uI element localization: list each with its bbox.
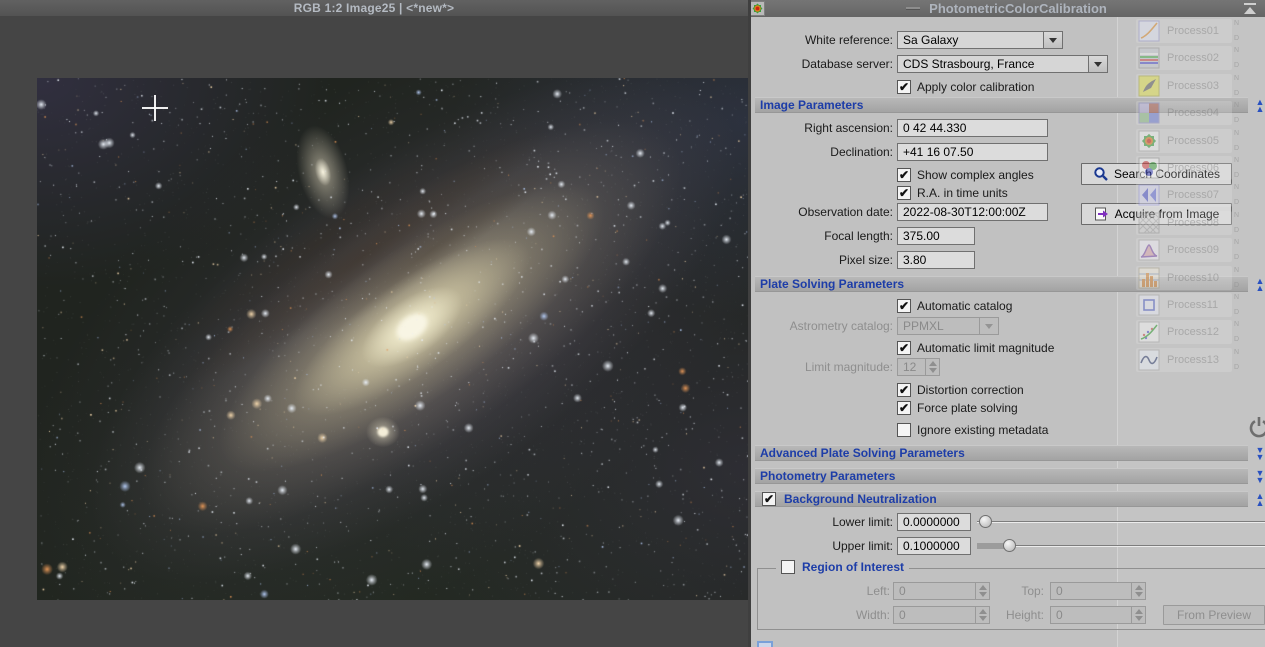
roi-width-label: Width: xyxy=(855,608,890,622)
section-advanced-plate-solving[interactable]: Advanced Plate Solving Parameters xyxy=(755,445,1248,461)
roi-left-label: Left: xyxy=(866,584,890,598)
image-window: RGB 1:2 Image25 | <*new*> xyxy=(0,0,748,647)
pixel-size-input[interactable]: 3.80 xyxy=(897,251,975,269)
roi-left-spinner: 0 xyxy=(893,582,990,600)
show-complex-angles-checkbox[interactable]: ✔ Show complex angles xyxy=(897,166,1034,184)
white-reference-label: White reference: xyxy=(804,33,893,47)
pcc-titlebar[interactable]: PhotometricColorCalibration xyxy=(748,0,1265,17)
focal-length-label: Focal length: xyxy=(824,229,893,243)
collapse-section-icon[interactable]: ▲ ▲ xyxy=(1252,277,1265,293)
chevron-down-icon[interactable] xyxy=(1088,56,1107,72)
spinner-arrows-icon xyxy=(925,359,939,375)
lower-limit-label: Lower limit: xyxy=(832,515,893,529)
lower-limit-slider[interactable] xyxy=(977,513,1265,531)
acquire-from-image-button[interactable]: Acquire from Image xyxy=(1081,203,1232,225)
from-preview-button: From Preview xyxy=(1163,605,1265,625)
upper-limit-label: Upper limit: xyxy=(832,539,893,553)
spinner-arrows-icon xyxy=(1131,583,1145,599)
shade-window-icon[interactable] xyxy=(1243,3,1257,14)
chevron-down-icon xyxy=(979,318,998,334)
white-reference-select[interactable]: Sa Galaxy xyxy=(897,31,1063,49)
next-section-checkbox[interactable] xyxy=(757,641,773,647)
limit-magnitude-spinner: 12 xyxy=(897,358,940,376)
acquire-icon xyxy=(1094,207,1108,221)
astrometry-catalog-label: Astrometry catalog: xyxy=(789,319,893,333)
checkbox[interactable]: ✔ xyxy=(897,80,911,94)
search-coordinates-button[interactable]: Search Coordinates xyxy=(1081,163,1232,185)
dec-label: Declination: xyxy=(830,145,893,159)
distortion-correction-checkbox[interactable]: ✔ Distortion correction xyxy=(897,381,1024,399)
slider-thumb[interactable] xyxy=(1003,539,1016,552)
region-of-interest-checkbox[interactable] xyxy=(781,560,795,574)
titlebar-dash-icon xyxy=(906,7,921,10)
roi-height-spinner: 0 xyxy=(1050,606,1146,624)
astrometry-catalog-select: PPMXL xyxy=(897,317,999,335)
ra-label: Right ascension: xyxy=(804,121,893,135)
dec-input[interactable]: +41 16 07.50 xyxy=(897,143,1048,161)
expand-section-icon[interactable]: ▼ ▼ xyxy=(1252,446,1265,462)
ra-input[interactable]: 0 42 44.330 xyxy=(897,119,1048,137)
roi-height-label: Height: xyxy=(1005,608,1044,622)
apply-color-calibration-checkbox[interactable]: ✔ Apply color calibration xyxy=(897,78,1034,96)
pixinsight-workspace: RGB 1:2 Image25 | <*new*> PhotometricCol… xyxy=(0,0,1265,647)
roi-width-spinner: 0 xyxy=(893,606,990,624)
force-plate-solving-checkbox[interactable]: ✔ Force plate solving xyxy=(897,399,1018,417)
automatic-catalog-checkbox[interactable]: ✔ Automatic catalog xyxy=(897,297,1012,315)
section-background-neutralization[interactable]: ✔ Background Neutralization xyxy=(755,491,1248,507)
search-icon xyxy=(1094,167,1108,181)
upper-limit-slider[interactable] xyxy=(977,537,1265,555)
lower-limit-input[interactable]: 0.0000000 xyxy=(897,513,971,531)
power-icon[interactable] xyxy=(1248,415,1265,444)
expand-section-icon[interactable]: ▼ ▼ xyxy=(1252,469,1265,485)
section-photometry[interactable]: Photometry Parameters xyxy=(755,468,1248,484)
collapse-section-icon[interactable]: ▲ ▲ xyxy=(1252,492,1265,508)
obs-date-label: Observation date: xyxy=(798,205,893,219)
image-window-titlebar[interactable]: RGB 1:2 Image25 | <*new*> xyxy=(0,0,748,16)
section-image-parameters[interactable]: Image Parameters xyxy=(755,97,1248,113)
pixel-size-label: Pixel size: xyxy=(838,253,893,267)
region-of-interest-title: Region of Interest xyxy=(802,560,905,574)
roi-top-label: Top: xyxy=(1021,584,1044,598)
ignore-existing-metadata-checkbox[interactable]: Ignore existing metadata xyxy=(897,421,1048,439)
background-neutralization-checkbox[interactable]: ✔ xyxy=(762,492,776,506)
slider-thumb[interactable] xyxy=(979,515,992,528)
upper-limit-input[interactable]: 0.1000000 xyxy=(897,537,971,555)
ra-time-units-checkbox[interactable]: ✔ R.A. in time units xyxy=(897,184,1008,202)
chevron-down-icon[interactable] xyxy=(1043,32,1062,48)
focal-length-input[interactable]: 375.00 xyxy=(897,227,975,245)
image-window-title: RGB 1:2 Image25 | <*new*> xyxy=(293,1,455,15)
pcc-title: PhotometricColorCalibration xyxy=(929,1,1107,16)
spinner-arrows-icon xyxy=(1131,607,1145,623)
limit-magnitude-label: Limit magnitude: xyxy=(804,360,893,374)
andromeda-galaxy-image[interactable] xyxy=(37,78,748,600)
dialog-left-edge xyxy=(748,0,751,647)
automatic-limit-magnitude-checkbox[interactable]: ✔ Automatic limit magnitude xyxy=(897,339,1054,357)
pcc-dialog: PhotometricColorCalibration White refere… xyxy=(748,0,1265,647)
roi-top-spinner: 0 xyxy=(1050,582,1146,600)
pcc-process-icon[interactable] xyxy=(750,1,765,16)
database-server-select[interactable]: CDS Strasbourg, France xyxy=(897,55,1108,73)
database-server-label: Database server: xyxy=(801,57,893,71)
section-plate-solving[interactable]: Plate Solving Parameters xyxy=(755,276,1248,292)
collapse-section-icon[interactable]: ▲ ▲ xyxy=(1252,98,1265,114)
obs-date-input[interactable]: 2022-08-30T12:00:00Z xyxy=(897,203,1048,221)
starfield xyxy=(37,78,748,600)
